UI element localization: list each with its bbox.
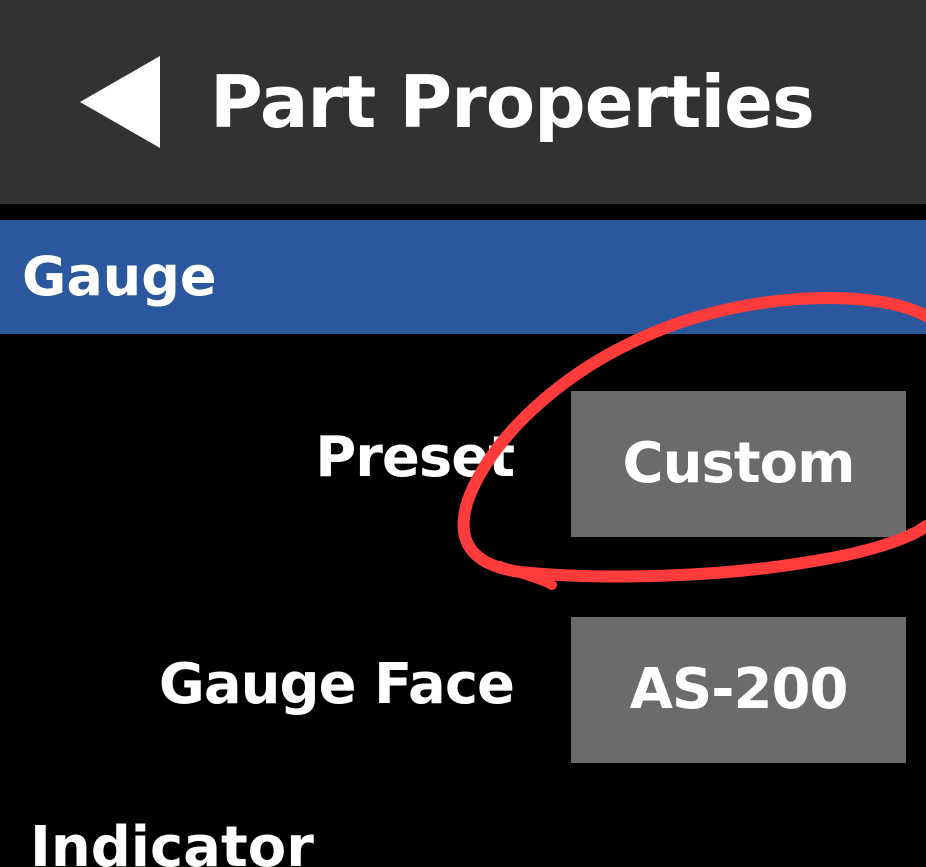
part-properties-screen: Part Properties Gauge Preset Custom Gaug… (0, 0, 926, 867)
page-title: Part Properties (210, 60, 815, 144)
gauge-face-button[interactable]: AS-200 (571, 617, 906, 763)
section-header-gauge: Gauge (0, 220, 926, 334)
preset-label: Preset (315, 425, 515, 490)
back-button[interactable] (60, 40, 180, 164)
gauge-face-label: Gauge Face (158, 652, 515, 717)
preset-button[interactable]: Custom (571, 391, 906, 537)
header-bar: Part Properties (0, 0, 926, 204)
back-arrow-icon (80, 56, 160, 148)
section-title: Gauge (22, 245, 217, 308)
section-title-indicator: Indicator (30, 815, 314, 867)
